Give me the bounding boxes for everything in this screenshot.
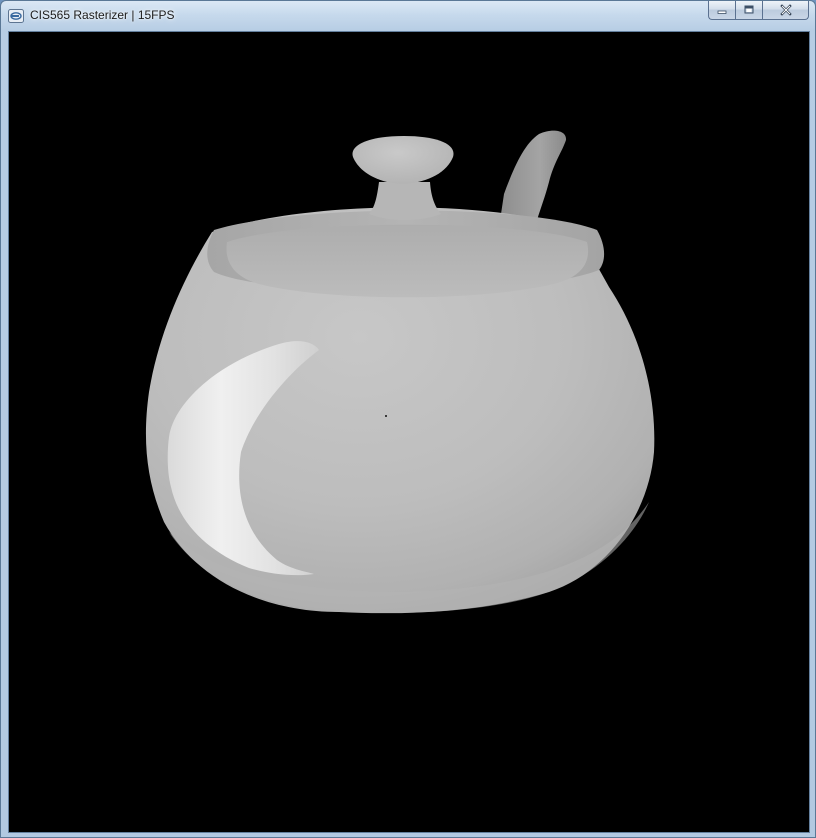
caption-buttons [708,1,809,21]
minimize-icon [717,10,727,14]
maximize-button[interactable] [735,1,762,20]
maximize-icon [744,5,754,14]
teapot-spout [501,130,567,220]
title-bar[interactable]: CIS565 Rasterizer | 15FPS [1,1,815,31]
window-title: CIS565 Rasterizer | 15FPS [30,8,175,22]
app-window-icon[interactable] [8,9,24,23]
render-viewport[interactable] [8,31,810,833]
teapot-lid [226,224,589,298]
close-button[interactable] [762,1,809,20]
teapot-knob [352,136,454,184]
close-icon [779,4,792,16]
minimize-button[interactable] [708,1,735,20]
teapot-render [145,130,655,614]
app-window: CIS565 Rasterizer | 15FPS [0,0,816,838]
